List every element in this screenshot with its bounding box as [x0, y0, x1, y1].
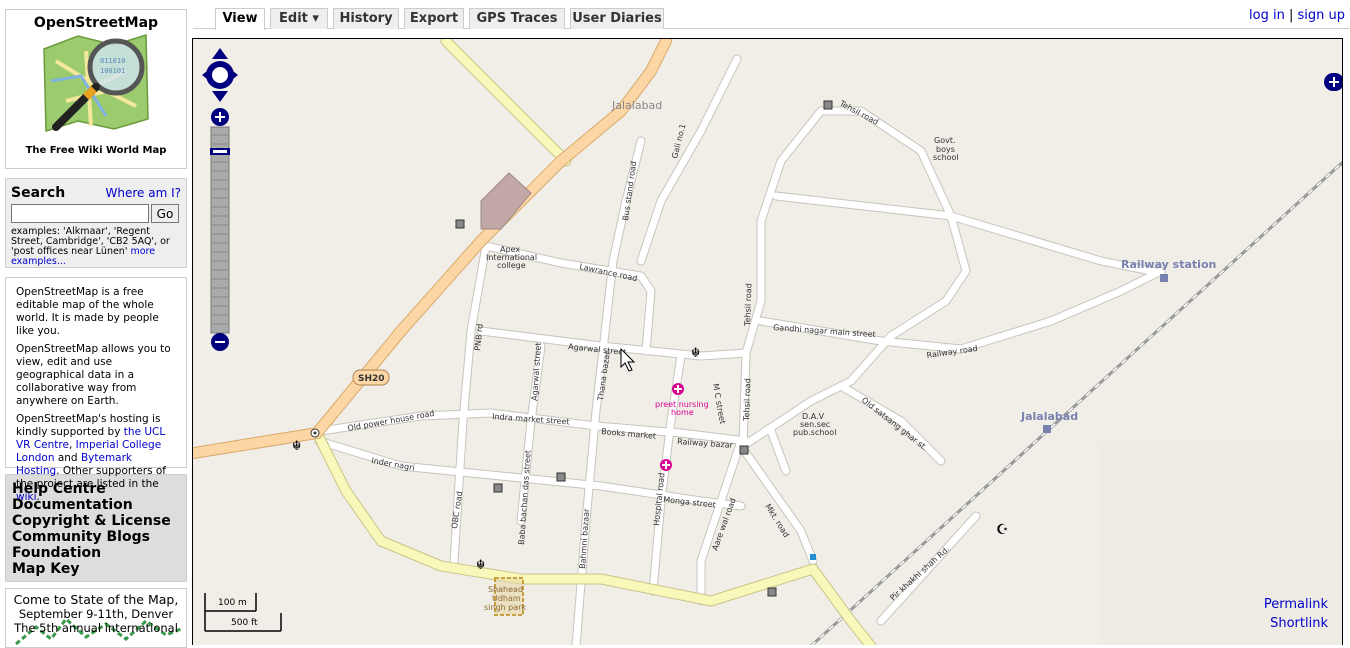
site-title[interactable]: OpenStreetMap: [6, 15, 186, 31]
tab-user-diaries[interactable]: User Diaries: [570, 8, 664, 29]
street-label: Baba bachan das street: [517, 450, 533, 545]
park-label: Udham: [492, 594, 521, 603]
street-label: Tehsil road: [742, 378, 753, 422]
road-shield-sh20: SH20: [352, 369, 390, 386]
street-label: Old power house road: [347, 409, 435, 433]
pan-up-icon[interactable]: [212, 48, 228, 59]
poi-label: Govt.: [934, 136, 956, 145]
gurdwara-icon[interactable]: ☬: [476, 558, 485, 573]
scale-bar: 100 m 500 ft: [204, 593, 282, 632]
site-tagline: The Free Wiki World Map: [25, 145, 167, 156]
map-viewport[interactable]: ☬ ☬ ☬ ☪ Jalalabad Jalalabad Railway stat…: [192, 38, 1343, 645]
community-blogs-link[interactable]: Community Blogs: [12, 529, 180, 545]
permalink-link[interactable]: Permalink: [1264, 597, 1328, 612]
street-label: Old satsang ghar st.: [860, 395, 929, 452]
intro-box: OpenStreetMap is a free editable map of …: [5, 277, 187, 503]
svg-text:011010: 011010: [100, 57, 125, 65]
tab-export[interactable]: Export: [404, 8, 464, 29]
account-separator: |: [1288, 8, 1294, 23]
copyright-link[interactable]: Copyright & License: [12, 513, 180, 529]
street-label: OBC road: [450, 491, 464, 530]
layer-switcher[interactable]: [1324, 73, 1343, 91]
roundabout-icon: [310, 428, 320, 438]
street-label: Bus stand road: [621, 160, 638, 221]
pan-left-icon[interactable]: [202, 67, 212, 83]
poi-label: college: [497, 261, 526, 270]
gurdwara-icon[interactable]: ☬: [292, 439, 301, 454]
search-title: Search: [11, 185, 66, 201]
intro-paragraph-1: OpenStreetMap is a free editable map of …: [16, 286, 159, 337]
tab-gps-traces[interactable]: GPS Traces: [469, 8, 565, 29]
account-links: log in | sign up: [1249, 8, 1345, 23]
search-go-button[interactable]: Go: [151, 204, 179, 223]
place-label-jalalabad-2: Jalalabad: [1020, 410, 1078, 423]
scale-imperial-label: 500 ft: [231, 618, 258, 628]
roads: [315, 55, 1165, 645]
signup-link[interactable]: sign up: [1298, 8, 1346, 23]
search-input[interactable]: [11, 204, 149, 223]
map-canvas[interactable]: ☬ ☬ ☬ ☪ Jalalabad Jalalabad Railway stat…: [193, 39, 1343, 645]
zoom-control[interactable]: [210, 108, 230, 351]
gurdwara-icon[interactable]: ☬: [691, 346, 700, 361]
intro-comma: ,: [68, 439, 73, 451]
svg-text:100101: 100101: [100, 67, 125, 75]
sotm-banner[interactable]: Come to State of the Map, September 9-11…: [5, 588, 187, 648]
search-box: Search Where am I? Go examples: 'Alkmaar…: [5, 178, 187, 268]
park-label: Shahead: [488, 585, 523, 594]
street-label: M C street: [711, 383, 727, 425]
tab-bar: View Edit ▾ History Export GPS Traces Us…: [193, 0, 1350, 30]
pan-control[interactable]: [202, 48, 238, 102]
poi-label: home: [671, 408, 694, 417]
street-label: PNB rd: [473, 323, 485, 351]
where-am-i-link[interactable]: Where am I?: [106, 186, 182, 200]
street-label: Gandhi nagar main street: [773, 323, 876, 339]
street-label: Bahmni bazaar: [578, 508, 591, 570]
help-box: Help Centre Documentation Copyright & Li…: [5, 474, 187, 582]
pan-down-icon[interactable]: [212, 91, 228, 102]
tab-edit[interactable]: Edit ▾: [270, 8, 328, 29]
sotm-line-1: Come to State of the Map,: [13, 592, 179, 607]
street-label: Tehsil road: [743, 283, 754, 327]
documentation-link[interactable]: Documentation: [12, 497, 180, 513]
poi-label: pub.school: [793, 428, 836, 437]
zoom-slider-track[interactable]: [210, 126, 230, 334]
intro-and: and: [57, 452, 78, 464]
pan-right-icon[interactable]: [228, 67, 238, 83]
sh20-label: SH20: [358, 374, 385, 384]
poi-label: school: [933, 153, 959, 162]
place-label-jalalabad: Jalalabad: [611, 99, 662, 112]
logo-magnifier-icon[interactable]: 011010 100101: [36, 31, 156, 143]
street-label: Inder nagri: [371, 456, 416, 472]
railway-station-label: Railway station: [1121, 258, 1216, 271]
sotm-line-2: September 9-11th, Denver: [18, 607, 174, 621]
search-examples: examples: 'Alkmaar', 'Regent Street, Cam…: [11, 227, 181, 267]
mosque-icon[interactable]: ☪: [996, 522, 1009, 538]
intro-paragraph-2: OpenStreetMap allows you to view, edit a…: [16, 343, 171, 407]
street-label: Pir khakhi shah Rd.: [888, 544, 951, 602]
left-sidebar: OpenStreetMap 011010 100101 The Free Wik…: [5, 9, 187, 648]
logo-box[interactable]: OpenStreetMap 011010 100101 The Free Wik…: [5, 9, 187, 169]
land-area: [1101, 441, 1342, 645]
scale-metric-label: 100 m: [218, 598, 247, 608]
foundation-link[interactable]: Foundation: [12, 545, 180, 561]
building-polygon: [480, 172, 532, 230]
login-link[interactable]: log in: [1249, 8, 1285, 23]
sotm-line-3: The 5th annual international: [14, 621, 178, 635]
station-icon[interactable]: [1043, 425, 1051, 433]
park-label: singh park: [484, 603, 526, 612]
shortlink-link[interactable]: Shortlink: [1270, 616, 1328, 631]
tab-history[interactable]: History: [333, 8, 399, 29]
bus-stop-icon[interactable]: [810, 554, 816, 560]
hospital-icon[interactable]: [660, 459, 672, 471]
tab-view[interactable]: View: [215, 8, 265, 30]
map-key-link[interactable]: Map Key: [12, 561, 180, 577]
railway-station-icon[interactable]: [1160, 274, 1168, 282]
hospital-icon[interactable]: [672, 383, 684, 395]
street-label: Monga street: [663, 495, 716, 509]
